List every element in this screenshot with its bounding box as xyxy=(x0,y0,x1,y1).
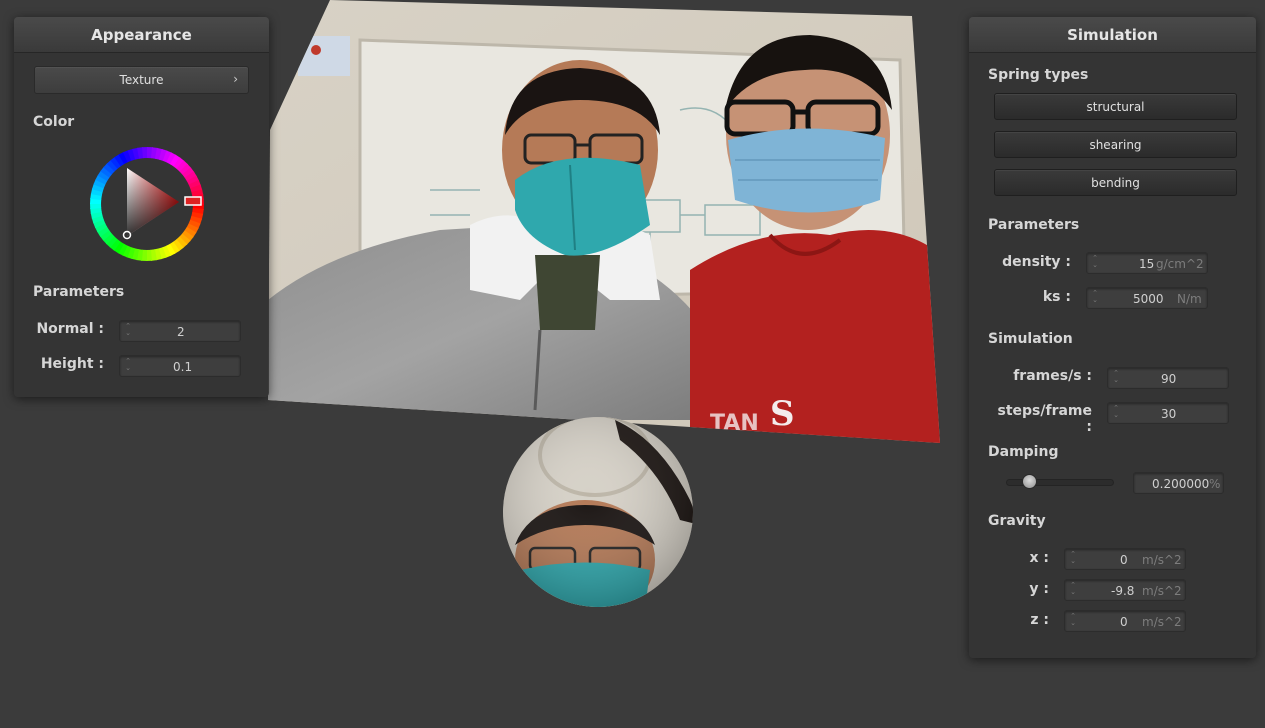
bending-button[interactable]: bending xyxy=(994,169,1237,196)
simulation-panel-title[interactable]: Simulation xyxy=(969,17,1256,53)
density-input[interactable]: ⌃ ⌄ 15 g/cm^2 xyxy=(1086,252,1208,274)
gravity-z-value: 0 xyxy=(1120,615,1128,629)
spinner-icon[interactable]: ⌃ ⌄ xyxy=(1112,405,1120,421)
spinner-icon[interactable]: ⌃ ⌄ xyxy=(124,323,132,339)
gravity-z-input[interactable]: ⌃ ⌄ 0 m/s^2 xyxy=(1064,610,1186,632)
damping-input[interactable]: 0.200000 % xyxy=(1133,472,1224,494)
cloth-mesh: S TAN xyxy=(268,0,940,443)
spinner-icon[interactable]: ⌃ ⌄ xyxy=(1091,255,1099,271)
spinner-icon[interactable]: ⌃ ⌄ xyxy=(1069,582,1077,598)
density-value: 15 xyxy=(1139,257,1155,271)
svg-text:S: S xyxy=(770,394,795,434)
damping-label: Damping xyxy=(988,444,1059,460)
ks-input[interactable]: ⌃ ⌄ 5000 N/m xyxy=(1086,287,1208,309)
fps-value: 90 xyxy=(1161,372,1177,386)
texture-button[interactable]: Texture › xyxy=(34,66,249,94)
chevron-right-icon: › xyxy=(233,72,238,86)
fps-label: frames/s : xyxy=(1013,368,1092,384)
sim-parameters-label: Parameters xyxy=(988,217,1080,233)
normal-label: Normal : xyxy=(36,321,104,337)
density-label: density : xyxy=(1002,254,1071,270)
hue-selector-handle xyxy=(184,196,202,206)
texture-button-label: Texture xyxy=(119,73,164,87)
simulation-section-label: Simulation xyxy=(988,331,1073,347)
gravity-x-value: 0 xyxy=(1120,553,1128,567)
gravity-x-input[interactable]: ⌃ ⌄ 0 m/s^2 xyxy=(1064,548,1186,570)
gravity-y-value: -9.8 xyxy=(1111,584,1135,598)
damping-value: 0.200000 xyxy=(1152,477,1210,491)
svg-text:TAN: TAN xyxy=(710,411,759,436)
appearance-parameters-label: Parameters xyxy=(33,284,125,300)
spinner-icon[interactable]: ⌃ ⌄ xyxy=(1069,613,1077,629)
height-value: 0.1 xyxy=(173,360,193,374)
gravity-y-unit: m/s^2 xyxy=(1142,584,1182,598)
steps-label: steps/frame : xyxy=(997,403,1092,435)
spinner-icon[interactable]: ⌃ ⌄ xyxy=(124,358,132,374)
gravity-x-label: x : xyxy=(1029,550,1049,566)
ks-label: ks : xyxy=(1042,289,1071,305)
gravity-label: Gravity xyxy=(988,513,1046,529)
gravity-y-label: y : xyxy=(1029,581,1049,597)
gravity-y-input[interactable]: ⌃ ⌄ -9.8 m/s^2 xyxy=(1064,579,1186,601)
normal-input[interactable]: ⌃ ⌄ 2 xyxy=(119,320,241,342)
ks-unit: N/m xyxy=(1177,292,1202,306)
color-wheel-icon[interactable] xyxy=(87,144,207,264)
collision-sphere xyxy=(503,417,693,607)
gravity-z-unit: m/s^2 xyxy=(1142,615,1182,629)
height-label: Height : xyxy=(40,356,104,372)
spinner-icon[interactable]: ⌃ ⌄ xyxy=(1091,290,1099,306)
density-unit: g/cm^2 xyxy=(1156,257,1204,271)
spring-types-label: Spring types xyxy=(988,67,1089,83)
steps-value: 30 xyxy=(1161,407,1177,421)
gravity-x-unit: m/s^2 xyxy=(1142,553,1182,567)
simulation-panel: Simulation Spring types structural shear… xyxy=(969,17,1256,658)
gravity-z-label: z : xyxy=(1030,612,1049,628)
shearing-button[interactable]: shearing xyxy=(994,131,1237,158)
appearance-panel-title[interactable]: Appearance xyxy=(14,17,269,53)
color-label: Color xyxy=(33,114,75,130)
ks-value: 5000 xyxy=(1133,292,1164,306)
appearance-panel: Appearance Texture › Color Parameters No… xyxy=(14,17,269,397)
damping-slider-handle[interactable] xyxy=(1021,474,1037,489)
normal-value: 2 xyxy=(177,325,185,339)
steps-input[interactable]: ⌃ ⌄ 30 xyxy=(1107,402,1229,424)
height-input[interactable]: ⌃ ⌄ 0.1 xyxy=(119,355,241,377)
fps-input[interactable]: ⌃ ⌄ 90 xyxy=(1107,367,1229,389)
damping-unit: % xyxy=(1209,477,1221,491)
structural-button[interactable]: structural xyxy=(994,93,1237,120)
spinner-icon[interactable]: ⌃ ⌄ xyxy=(1069,551,1077,567)
spinner-icon[interactable]: ⌃ ⌄ xyxy=(1112,370,1120,386)
